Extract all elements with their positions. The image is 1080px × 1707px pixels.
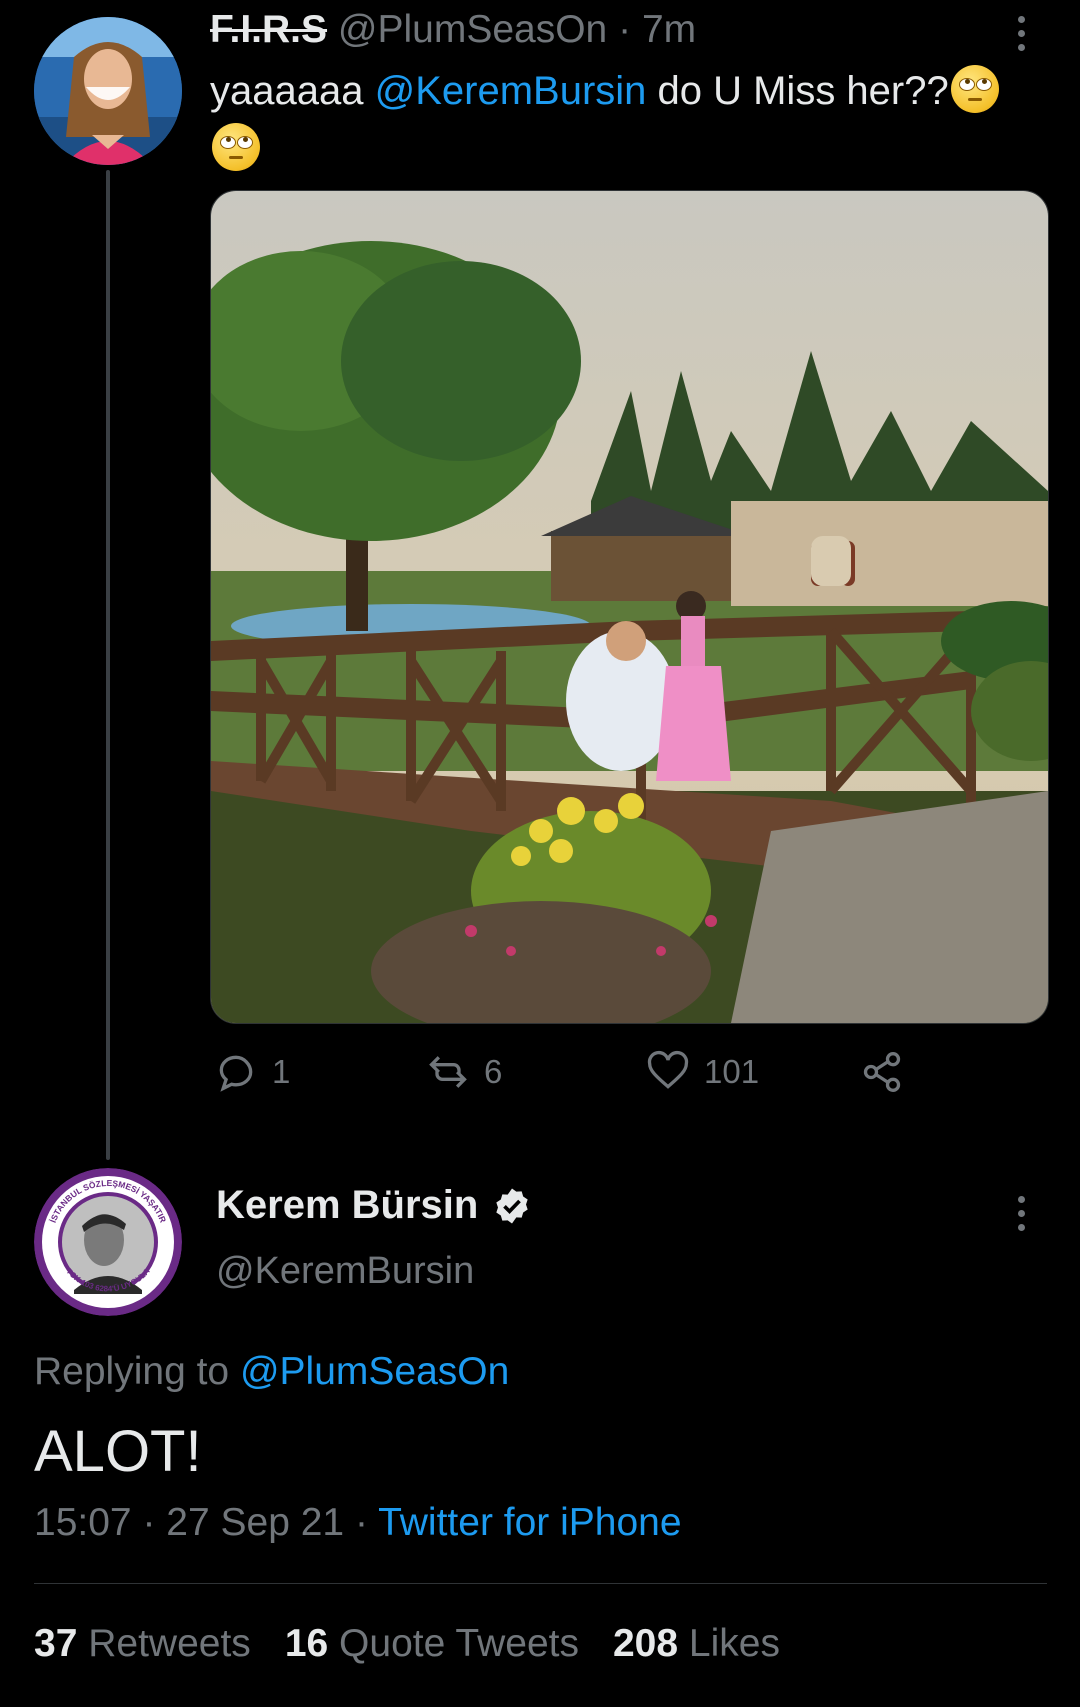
tweet1-text: yaaaaaa @KeremBursin do U Miss her?? (210, 62, 1040, 178)
tweet2-source-link[interactable]: Twitter for iPhone (378, 1501, 681, 1544)
tweet2-author-name[interactable]: Kerem Bürsin (216, 1183, 532, 1228)
divider (34, 1583, 1047, 1584)
share-button[interactable] (860, 1050, 904, 1094)
retweet-button[interactable]: 6 (426, 1050, 502, 1094)
quote-tweets-stat[interactable]: 16 Quote Tweets (285, 1622, 579, 1666)
thread-connector (106, 170, 110, 1160)
tweet2-time[interactable]: 15:07 (34, 1501, 132, 1544)
like-button[interactable]: 101 (646, 1050, 759, 1094)
reply-button[interactable]: 1 (214, 1050, 290, 1094)
replying-handle-link[interactable]: @PlumSeasOn (240, 1350, 509, 1393)
tweet1-text-suffix: do U Miss her?? (646, 69, 949, 113)
tweet1-text-prefix: yaaaaaa (210, 69, 375, 113)
reply-icon (219, 1055, 253, 1092)
heart-icon (647, 1050, 689, 1089)
avatar[interactable] (34, 17, 182, 165)
tweet2-metadata: 15:07 · 27 Sep 21 · Twitter for iPhone (34, 1501, 682, 1545)
verified-badge-icon (496, 1188, 528, 1223)
replying-label: Replying to (34, 1350, 240, 1393)
tweet2-date[interactable]: 27 Sep 21 (166, 1501, 344, 1544)
meta-separator: · (354, 1501, 379, 1544)
tweet1-handle[interactable]: @PlumSeasOn (338, 8, 607, 51)
tweet1-display-name[interactable]: F.I.R.S (210, 8, 327, 51)
retweet-icon (429, 1056, 467, 1088)
tweet1-mention-link[interactable]: @KeremBursin (375, 69, 647, 113)
tweet2-display-name[interactable]: Kerem Bürsin (216, 1183, 478, 1228)
tweet1-header: F.I.R.S @PlumSeasOn · 7m (210, 8, 696, 52)
tweet2-text: ALOT! (34, 1419, 202, 1484)
tweet1-action-bar: 1 6 101 (210, 1050, 1050, 1106)
tweet1-more-icon[interactable] (1018, 16, 1028, 58)
like-count: 101 (704, 1053, 760, 1090)
rolling-eyes-emoji-icon (950, 65, 999, 113)
tweet1-time[interactable]: 7m (642, 8, 696, 51)
share-icon (863, 1052, 901, 1092)
retweet-count: 6 (484, 1053, 503, 1090)
meta-separator: · (142, 1501, 167, 1544)
avatar[interactable]: İSTANBUL SÖZLEŞMESİ YAŞATIR TCK-103 6284… (34, 1168, 182, 1316)
tweet2-stats: 37 Retweets 16 Quote Tweets 208 Likes (34, 1622, 780, 1666)
retweets-stat[interactable]: 37 Retweets (34, 1622, 251, 1666)
replying-to: Replying to @PlumSeasOn (34, 1350, 509, 1394)
reply-count: 1 (272, 1053, 291, 1090)
tweet1-photo[interactable] (210, 190, 1049, 1024)
tweet2-handle[interactable]: @KeremBursin (216, 1250, 474, 1293)
tweet2-more-icon[interactable] (1018, 1196, 1028, 1238)
likes-stat[interactable]: 208 Likes (613, 1622, 780, 1666)
tweet1-separator: · (618, 8, 632, 51)
rolling-eyes-emoji-icon (212, 123, 260, 171)
